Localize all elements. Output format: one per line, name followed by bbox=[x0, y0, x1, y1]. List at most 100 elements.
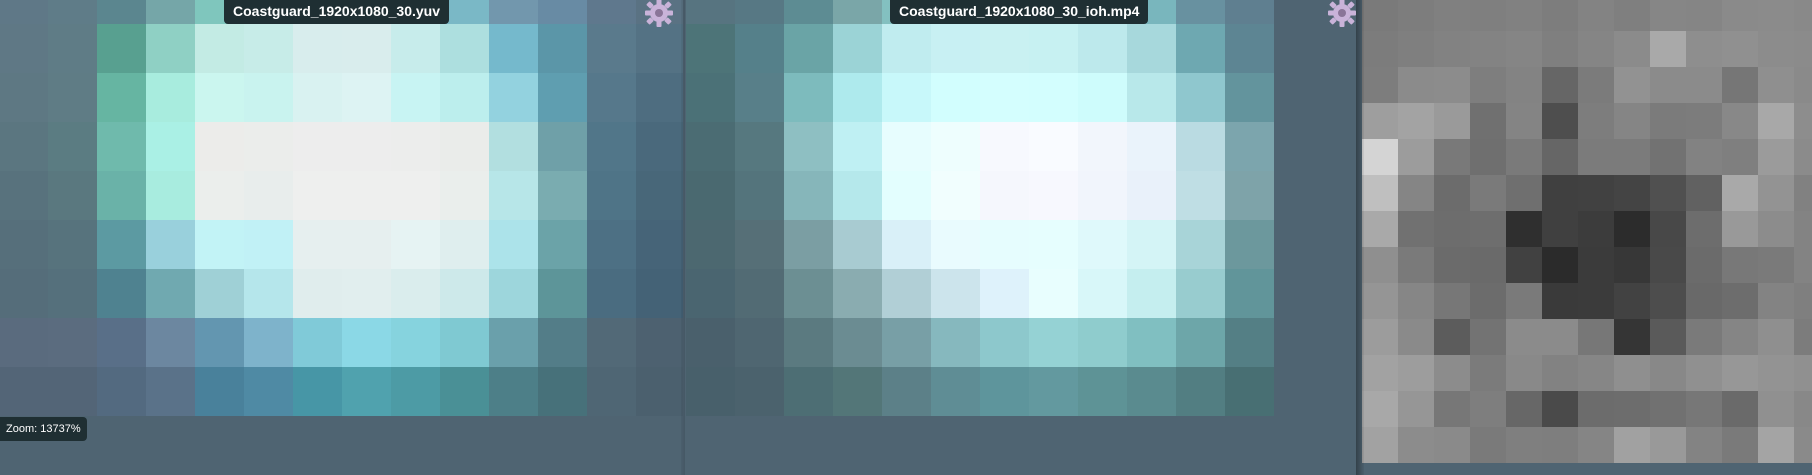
pixel-cell bbox=[1225, 122, 1274, 171]
difference-view[interactable] bbox=[1360, 0, 1812, 475]
pixel-cell bbox=[195, 318, 244, 367]
pixel-cell bbox=[1506, 247, 1542, 283]
pixel-cell bbox=[1758, 31, 1794, 67]
pixel-cell bbox=[97, 171, 146, 220]
pixel-cell bbox=[1029, 318, 1078, 367]
pixel-cell bbox=[489, 24, 538, 73]
pixel-cell bbox=[1722, 175, 1758, 211]
pixel-cell bbox=[1362, 67, 1398, 103]
video-view-encoded[interactable]: Coastguard_1920x1080_30_ioh.mp4 bbox=[683, 0, 1360, 475]
pixel-cell bbox=[1614, 283, 1650, 319]
pixel-cell bbox=[48, 73, 97, 122]
pixel-cell bbox=[833, 318, 882, 367]
pixel-cell bbox=[1650, 355, 1686, 391]
pixel-cell bbox=[489, 171, 538, 220]
pixel-cell bbox=[1686, 355, 1722, 391]
pixel-cell bbox=[1225, 220, 1274, 269]
video-view-original[interactable]: Coastguard_1920x1080_30.yuv Zoom: 13737% bbox=[0, 0, 683, 475]
pixel-cell bbox=[587, 0, 636, 24]
gear-icon[interactable] bbox=[1327, 0, 1357, 28]
pixel-cell bbox=[1225, 171, 1274, 220]
pixel-cell bbox=[538, 24, 587, 73]
pixel-cell bbox=[1794, 391, 1812, 427]
pixel-cell bbox=[686, 0, 735, 24]
pixel-cell bbox=[833, 269, 882, 318]
pixel-cell bbox=[342, 171, 391, 220]
pixel-cell bbox=[1758, 211, 1794, 247]
gear-icon[interactable] bbox=[644, 0, 674, 28]
pixel-cell bbox=[0, 171, 48, 220]
pixel-cell bbox=[1362, 0, 1398, 31]
pixel-cell bbox=[538, 318, 587, 367]
pixel-cell bbox=[1794, 0, 1812, 31]
pixel-cell bbox=[735, 0, 784, 24]
pixel-cell bbox=[686, 122, 735, 171]
pixel-cell bbox=[882, 24, 931, 73]
pixel-cell bbox=[1614, 427, 1650, 463]
pixel-cell bbox=[931, 122, 980, 171]
pixel-cell bbox=[0, 0, 48, 24]
pixel-cell bbox=[1542, 103, 1578, 139]
pixel-cell bbox=[1078, 24, 1127, 73]
pixel-cell bbox=[1686, 319, 1722, 355]
pixel-cell bbox=[1650, 247, 1686, 283]
pixel-cell bbox=[1578, 175, 1614, 211]
pixel-cell bbox=[882, 73, 931, 122]
pixel-cell bbox=[1225, 367, 1274, 416]
pixel-cell bbox=[1614, 0, 1650, 31]
pixel-cell bbox=[391, 73, 440, 122]
pixel-cell bbox=[1470, 175, 1506, 211]
pixel-cell bbox=[1758, 283, 1794, 319]
pixel-cell bbox=[97, 73, 146, 122]
pixel-cell bbox=[1398, 283, 1434, 319]
pixel-cell bbox=[1794, 67, 1812, 103]
pixel-cell bbox=[1722, 247, 1758, 283]
pixel-cell bbox=[636, 220, 683, 269]
pixel-cell bbox=[1722, 139, 1758, 175]
pixel-cell bbox=[686, 24, 735, 73]
pixel-cell bbox=[833, 122, 882, 171]
pixel-cell bbox=[1434, 355, 1470, 391]
pixel-cell bbox=[0, 367, 48, 416]
pixel-cell bbox=[735, 122, 784, 171]
pixel-cell bbox=[538, 0, 587, 24]
pixel-cell bbox=[195, 367, 244, 416]
pixel-cell bbox=[1722, 67, 1758, 103]
pixel-cell bbox=[1029, 367, 1078, 416]
pixel-cell bbox=[146, 367, 195, 416]
pixel-cell bbox=[1578, 211, 1614, 247]
pixel-cell bbox=[1614, 31, 1650, 67]
pixel-cell bbox=[833, 73, 882, 122]
pixel-cell bbox=[1614, 139, 1650, 175]
pixel-cell bbox=[980, 269, 1029, 318]
pixel-cell bbox=[146, 318, 195, 367]
pixel-cell bbox=[489, 73, 538, 122]
pixel-cell bbox=[489, 269, 538, 318]
pixel-cell bbox=[1794, 355, 1812, 391]
pixel-cell bbox=[1225, 318, 1274, 367]
pixel-cell bbox=[1650, 67, 1686, 103]
pixel-cell bbox=[1650, 31, 1686, 67]
pixel-cell bbox=[1434, 283, 1470, 319]
pixel-cell bbox=[1686, 103, 1722, 139]
pixel-cell bbox=[735, 171, 784, 220]
pixel-cell bbox=[146, 171, 195, 220]
pixel-cell bbox=[882, 318, 931, 367]
pixel-cell bbox=[1506, 175, 1542, 211]
pixel-cell bbox=[195, 24, 244, 73]
pixel-cell bbox=[1542, 427, 1578, 463]
pixel-cell bbox=[489, 220, 538, 269]
pixel-cell bbox=[342, 220, 391, 269]
view-title-encoded: Coastguard_1920x1080_30_ioh.mp4 bbox=[890, 0, 1149, 24]
pixel-cell bbox=[1434, 139, 1470, 175]
pixel-cell bbox=[391, 318, 440, 367]
pixel-cell bbox=[1794, 103, 1812, 139]
pixel-cell bbox=[0, 122, 48, 171]
pixel-cell bbox=[293, 73, 342, 122]
pixel-cell bbox=[1578, 67, 1614, 103]
pixel-cell bbox=[636, 318, 683, 367]
pixel-cell bbox=[1029, 73, 1078, 122]
pixel-cell bbox=[48, 122, 97, 171]
pixel-cell bbox=[1176, 24, 1225, 73]
pixel-cell bbox=[1506, 319, 1542, 355]
